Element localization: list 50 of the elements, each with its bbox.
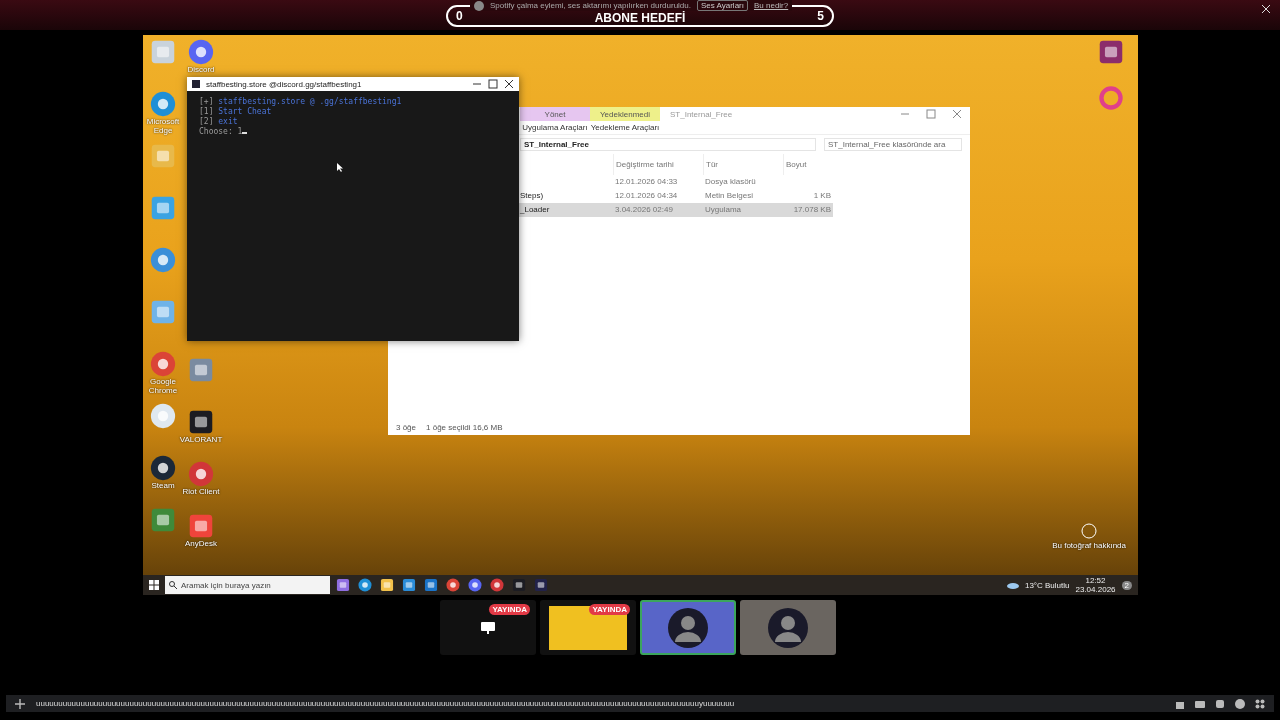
file-name[interactable]: _Loader xyxy=(518,203,613,217)
ribbon-tab[interactable]: Yedeklenmedi xyxy=(590,107,660,121)
ribbon-label[interactable]: Uygulama Araçları xyxy=(520,121,590,134)
chat-input[interactable]: uuuuuuuuuuuuuuuuuuuuuuuuuuuuuuuuuuuuuuuuuuuuuuuuuuuuuuuuuuuuuuuuuuuuuuuuuuuuuuuuuuuuuuuuuuuuuuuuuuuuuuuuuuuuuuuuuuuuuuuuuuuuuuuuuuuuuuuuuuuuuuuuuuuuuyuuuuuuu xyxy=(6,695,1274,712)
help-link[interactable]: Bu nedir? xyxy=(753,1,789,10)
search-field[interactable]: ST_Internal_Free klasöründe ara xyxy=(824,138,962,151)
icon-label: Google Chrome xyxy=(147,377,179,395)
icon-label: Microsoft Edge xyxy=(145,117,181,135)
photo-info-label[interactable]: Bu fotoğraf hakkında xyxy=(1052,541,1126,550)
console-line: [2] exit xyxy=(199,117,239,127)
goal-end: 5 xyxy=(817,9,824,23)
live-badge: YAYINDA xyxy=(489,604,530,615)
ribbon-label[interactable]: Yedekleme Araçları xyxy=(590,121,660,134)
clock[interactable]: 12:52 23.04.2026 xyxy=(1075,576,1116,594)
file-date: 12.01.2026 04:34 xyxy=(614,190,679,202)
weather-text[interactable]: 13°C Bulutlu xyxy=(1024,580,1070,590)
goal-title: ABONE HEDEFİ xyxy=(594,12,686,25)
file-name[interactable]: Steps) xyxy=(518,189,613,203)
column-header[interactable]: Boyut xyxy=(783,154,833,175)
console-prompt[interactable]: Choose: 1 xyxy=(199,127,507,137)
icon-label: AnyDesk xyxy=(185,539,217,548)
search-field[interactable]: Aramak için buraya yazın xyxy=(165,576,330,594)
notification-text: Spotify çalma eylemi, ses aktarımı yapılırken durduruldu. xyxy=(490,1,691,10)
file-size: 17.078 KB xyxy=(783,203,833,217)
file-date: 3.04.2026 02:49 xyxy=(613,203,703,217)
icon-label: Discord xyxy=(187,65,215,74)
stream-tile[interactable]: YAYINDA xyxy=(440,600,536,655)
sound-settings-button[interactable]: Ses Ayarları xyxy=(697,0,748,11)
notification-badge[interactable]: 2 xyxy=(1121,580,1132,590)
file-size: 1 KB xyxy=(812,190,832,202)
address-field[interactable]: ST_Internal_Free xyxy=(520,138,816,151)
live-badge: YAYINDA xyxy=(589,604,630,615)
file-type: Uygulama xyxy=(703,203,783,217)
selection-info: 1 öğe seçildi 16,6 MB xyxy=(426,423,503,432)
icon-label: VALORANT xyxy=(179,435,223,444)
column-header[interactable]: Değiştirme tarihi xyxy=(613,154,703,175)
window-title: staffbesting.store @discord.gg/staffbesting1 xyxy=(206,79,363,89)
file-date: 12.01.2026 04:33 xyxy=(614,176,679,188)
window-title: ST_Internal_Free xyxy=(670,109,733,119)
icon-label: Steam xyxy=(151,481,175,490)
ribbon-tab[interactable]: Yönet xyxy=(520,107,590,121)
item-count: 3 öğe xyxy=(396,423,417,432)
file-type: Metin Belgesi xyxy=(704,190,755,202)
console-line: [1] Start Cheat xyxy=(199,107,273,117)
column-header[interactable]: Tür xyxy=(703,154,783,175)
stream-tile[interactable]: YAYINDA xyxy=(540,600,636,655)
file-type: Dosya klasörü xyxy=(704,176,757,188)
console-line: [+] staffbesting.store @ .gg/staffbesting1 xyxy=(199,97,403,107)
goal-start: 0 xyxy=(456,9,463,23)
icon-label: Riot Client xyxy=(182,487,220,496)
